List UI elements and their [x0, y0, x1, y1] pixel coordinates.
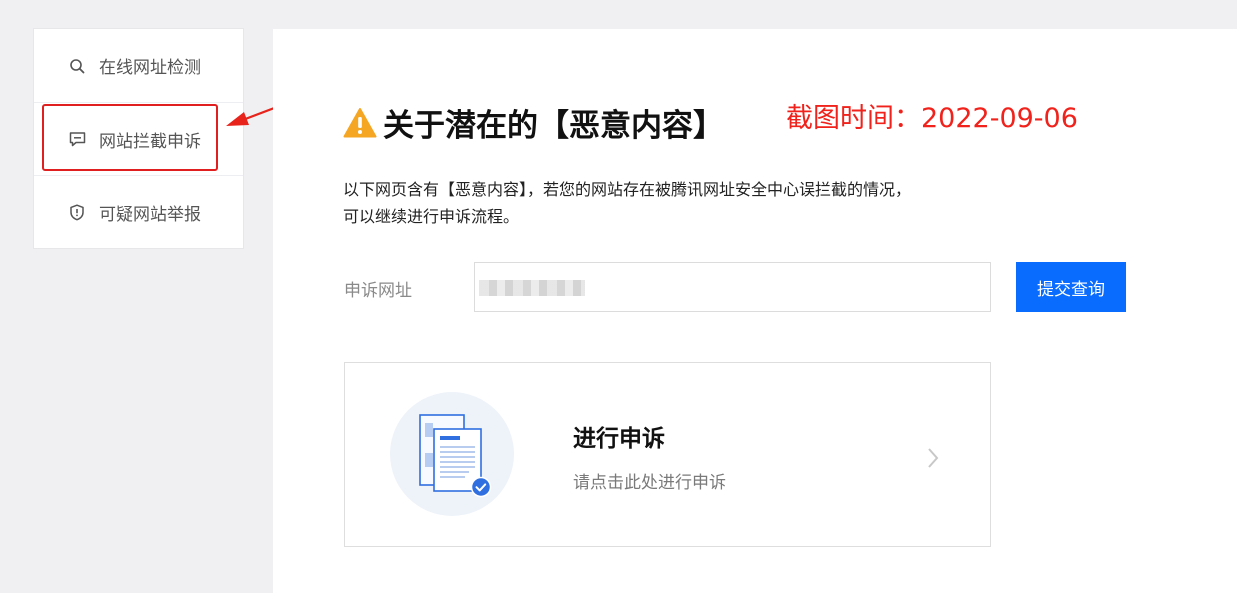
shield-icon [68, 203, 86, 221]
sidebar-item-label: 可疑网站举报 [99, 204, 201, 225]
submit-query-button[interactable]: 提交查询 [1016, 262, 1126, 312]
page-title-row: 关于潜在的【恶意内容】 [343, 100, 724, 145]
sidebar-item-label: 在线网址检测 [99, 58, 201, 78]
search-icon [68, 57, 86, 75]
annotation-highlight-box [42, 104, 218, 171]
appeal-card-subtitle: 请点击此处进行申诉 [573, 473, 726, 493]
blurred-url-value [479, 280, 585, 296]
appeal-url-label: 申诉网址 [344, 281, 412, 301]
chevron-right-icon [928, 448, 939, 468]
page-title: 关于潜在的【恶意内容】 [383, 108, 724, 144]
appeal-card[interactable]: 进行申诉 请点击此处进行申诉 [344, 362, 991, 547]
capture-time-annotation: 截图时间：2022-09-06 [786, 103, 1078, 134]
description: 以下网页含有【恶意内容】，若您的网站存在被腾讯网址安全中心误拦截的情况， 可以继… [343, 176, 911, 230]
appeal-card-title: 进行申诉 [573, 426, 665, 452]
warning-icon [343, 107, 377, 137]
description-line: 可以继续进行申诉流程。 [343, 207, 520, 226]
sidebar-item-url-check[interactable]: 在线网址检测 [34, 29, 243, 102]
sidebar-item-report[interactable]: 可疑网站举报 [34, 175, 243, 248]
description-line: 以下网页含有【恶意内容】，若您的网站存在被腾讯网址安全中心误拦截的情况， [343, 180, 912, 199]
document-check-icon [390, 392, 514, 516]
appeal-url-input[interactable] [474, 262, 991, 312]
